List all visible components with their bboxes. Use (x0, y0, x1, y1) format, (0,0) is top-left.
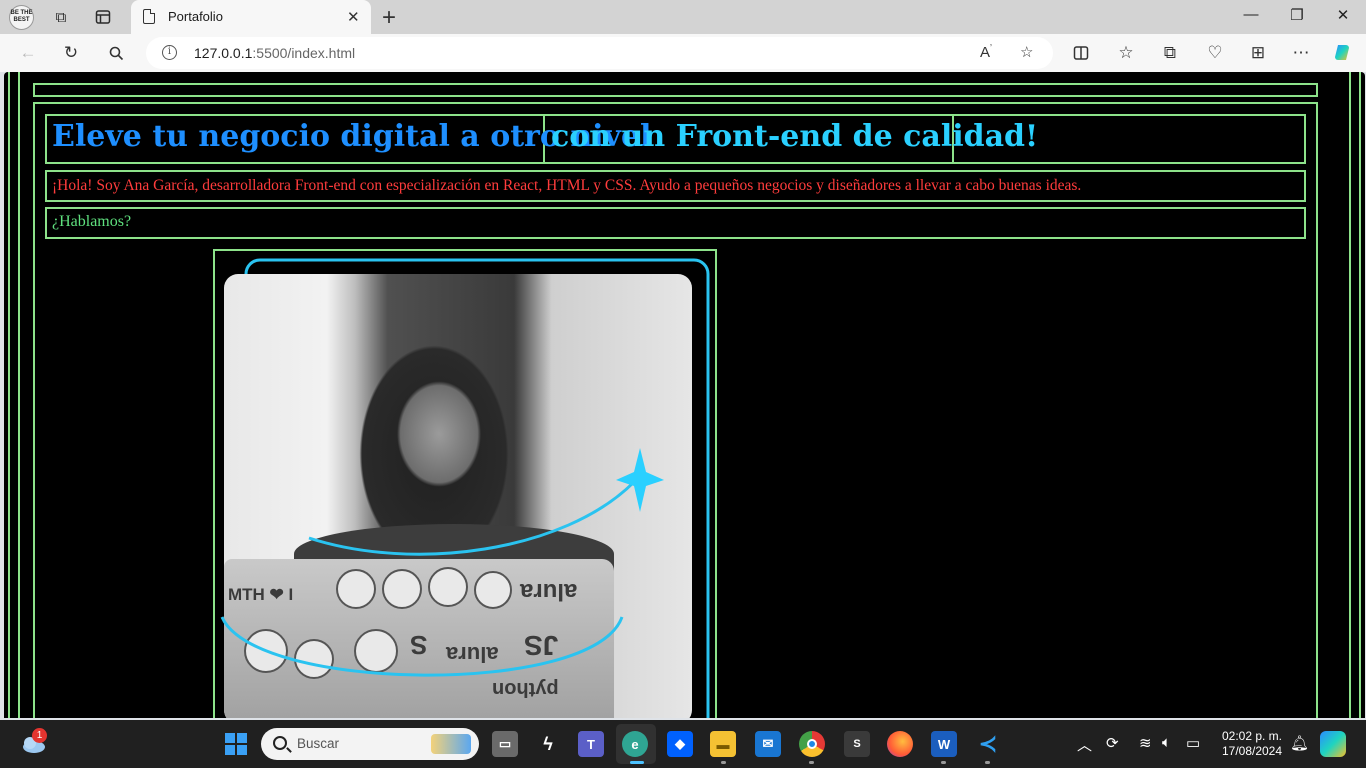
firefox-icon[interactable] (887, 731, 913, 757)
teams-icon[interactable]: T (578, 731, 604, 757)
sparkle-star-icon (616, 448, 664, 512)
battery-icon[interactable]: ▭ (1186, 734, 1200, 752)
page-icon (143, 9, 155, 24)
system-clock[interactable]: 02:02 p. m. 17/08/2024 (1212, 729, 1292, 759)
minimize-icon[interactable]: — (1239, 6, 1263, 23)
close-window-icon[interactable]: ✕ (1331, 6, 1355, 24)
workspaces-icon[interactable]: ⧉ (50, 6, 72, 28)
cta-box (45, 207, 1306, 239)
running-indicator-chrome (809, 761, 814, 764)
running-indicator-edge (630, 761, 644, 764)
app-s-icon[interactable]: S (844, 731, 870, 757)
tab-portafolio[interactable]: Portafolio ✕ (131, 0, 371, 34)
volume-icon[interactable]: 🔈︎ (1162, 734, 1171, 751)
heading-part-2: con un Front-end de calidad! (551, 119, 1039, 154)
copilot-taskbar-icon[interactable] (1320, 731, 1346, 757)
running-indicator-word (941, 761, 946, 764)
start-icon[interactable] (223, 731, 249, 757)
file-explorer-icon[interactable]: ▬ (710, 731, 736, 757)
sync-icon[interactable]: ⟳ (1106, 734, 1119, 752)
notification-badge: 1 (32, 728, 47, 743)
favorites-icon[interactable]: ☆ (1115, 42, 1137, 64)
tab-title: Portafolio (168, 9, 223, 24)
page-viewport: Eleve tu negocio digital a otro nivel co… (4, 72, 1365, 718)
search-icon (273, 736, 287, 750)
clock-time: 02:02 p. m. (1221, 729, 1283, 743)
collections-icon[interactable]: ⧉ (1159, 42, 1181, 64)
search-highlight-icon (431, 734, 471, 754)
task-view-icon[interactable]: ▭ (492, 731, 518, 757)
split-screen-icon[interactable] (1070, 42, 1092, 64)
app-icon-1[interactable]: ϟ (535, 731, 561, 757)
tab-strip: BE THE BEST ⧉ Portafolio ✕ + — ❐ ✕ (0, 0, 1366, 34)
active-app-highlight (616, 724, 656, 764)
close-tab-icon[interactable]: ✕ (347, 8, 360, 26)
address-bar[interactable]: i 127.0.0.1:5500/index.html Aʼ ☆ (146, 37, 1053, 69)
copilot-icon[interactable] (1332, 42, 1354, 64)
decor-arcs (220, 448, 664, 677)
search-placeholder: Buscar (297, 736, 340, 751)
restore-icon[interactable]: ❐ (1285, 6, 1309, 24)
search-icon[interactable] (105, 42, 127, 64)
url-text[interactable]: 127.0.0.1:5500/index.html (194, 45, 355, 61)
chrome-icon[interactable] (799, 731, 825, 757)
cta-text[interactable]: ¿Hablamos? (52, 213, 131, 231)
extensions-icon[interactable]: ⊞ (1247, 42, 1269, 64)
browser-essentials-icon[interactable]: ♡ (1204, 42, 1226, 64)
navigation-bar: ← ↻ i 127.0.0.1:5500/index.html Aʼ ☆ ☆ ⧉… (0, 34, 1366, 72)
running-indicator-explorer (721, 761, 726, 764)
favorite-star-icon[interactable]: ☆ (1020, 43, 1033, 61)
reload-icon[interactable]: ↻ (60, 42, 82, 64)
read-aloud-icon[interactable]: Aʼ (980, 43, 992, 61)
vertical-tabs-icon[interactable] (92, 6, 114, 28)
mail-icon[interactable]: ✉ (755, 731, 781, 757)
more-menu-icon[interactable]: ⋯ (1290, 42, 1312, 64)
header-strip (33, 83, 1318, 97)
show-hidden-icons-icon[interactable]: ︿ (1077, 734, 1092, 755)
taskbar-search[interactable]: Buscar (261, 728, 479, 760)
notifications-bell-icon[interactable]: 🔔︎ (1290, 734, 1309, 752)
taskbar: 1 Buscar ▭ ϟ T e ◆ ▬ ✉ S W ≺ ︿ ⟳ ≋ 🔈︎ ▭ … (0, 720, 1366, 768)
site-info-icon[interactable]: i (162, 45, 177, 60)
dropbox-icon[interactable]: ◆ (667, 731, 693, 757)
intro-text: ¡Hola! Soy Ana García, desarrolladora Fr… (52, 177, 1082, 194)
word-icon[interactable]: W (931, 731, 957, 757)
back-icon[interactable]: ← (17, 42, 39, 64)
clock-date: 17/08/2024 (1221, 744, 1283, 758)
running-indicator-vscode (985, 761, 990, 764)
profile-avatar[interactable]: BE THE BEST (9, 5, 34, 30)
wifi-icon[interactable]: ≋ (1139, 734, 1152, 752)
new-tab-icon[interactable]: + (382, 4, 396, 32)
vscode-icon[interactable]: ≺ (975, 731, 1001, 757)
